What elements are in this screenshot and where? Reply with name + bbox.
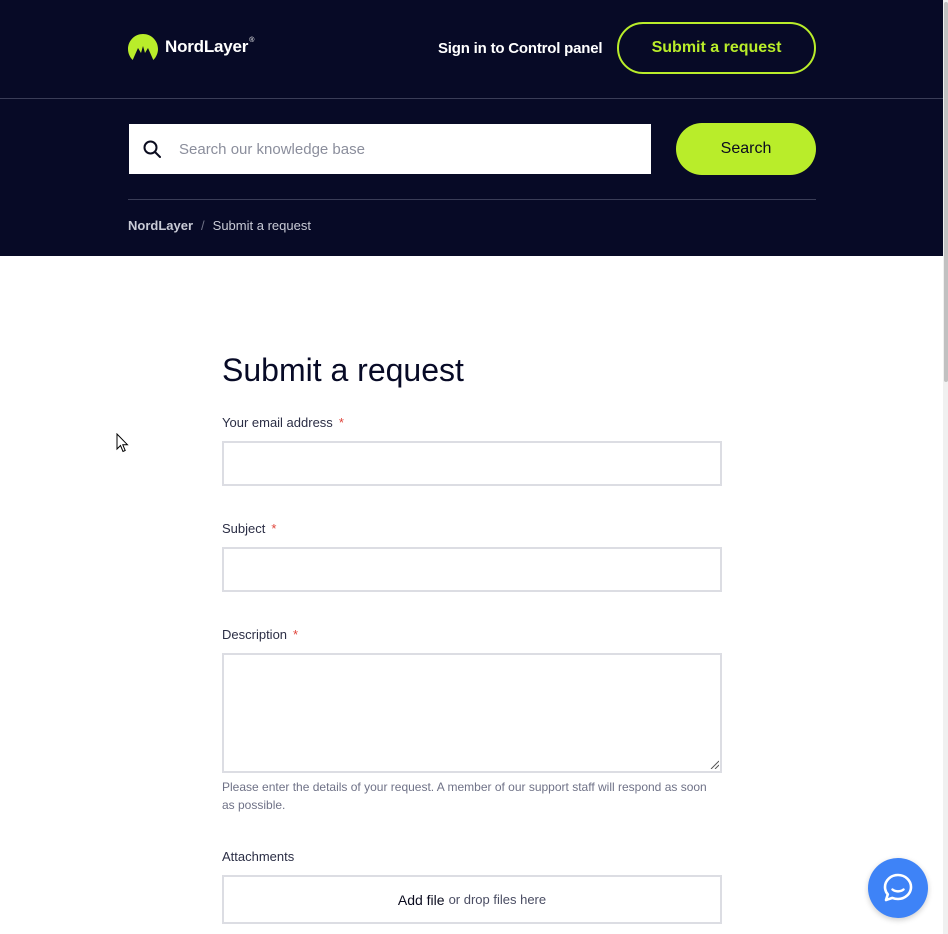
submit-request-button[interactable]: Submit a request (617, 22, 816, 74)
nordlayer-logo-icon (128, 34, 158, 60)
attachments-label: Attachments (222, 849, 295, 864)
breadcrumb-separator: / (201, 218, 205, 233)
drop-files-text: or drop files here (448, 892, 547, 907)
page-title: Submit a request (222, 352, 464, 388)
breadcrumb-home-link[interactable]: NordLayer (128, 218, 193, 233)
mouse-cursor-icon (116, 433, 129, 453)
required-marker: * (293, 627, 299, 642)
chat-widget-button[interactable] (868, 858, 928, 918)
header-divider (0, 98, 943, 99)
required-marker: * (271, 521, 277, 536)
site-header: NordLayer® Sign in to Control panel Subm… (0, 0, 943, 256)
search-button[interactable]: Search (676, 123, 816, 175)
email-label: Your email address * (222, 415, 344, 430)
description-label: Description * (222, 627, 299, 642)
resize-grip-icon[interactable] (710, 760, 719, 769)
search-bar (129, 124, 651, 174)
search-input[interactable] (177, 133, 621, 165)
required-marker: * (338, 415, 344, 430)
scrollbar-thumb[interactable] (944, 2, 948, 382)
search-divider (128, 199, 816, 200)
search-icon (143, 140, 161, 158)
logo-text: NordLayer® (165, 37, 255, 56)
breadcrumb: NordLayer / Submit a request (128, 218, 311, 233)
description-field[interactable] (222, 653, 722, 773)
description-hint: Please enter the details of your request… (222, 780, 707, 812)
file-dropzone[interactable]: Add file or drop files here (222, 875, 722, 924)
chat-bubble-icon (883, 873, 913, 902)
add-file-link[interactable]: Add file (398, 892, 445, 908)
subject-label: Subject * (222, 521, 277, 536)
email-field[interactable] (222, 441, 722, 486)
nordlayer-logo[interactable]: NordLayer® (128, 34, 254, 60)
subject-field[interactable] (222, 547, 722, 592)
breadcrumb-current: Submit a request (212, 218, 311, 233)
sign-in-link[interactable]: Sign in to Control panel (438, 40, 603, 57)
